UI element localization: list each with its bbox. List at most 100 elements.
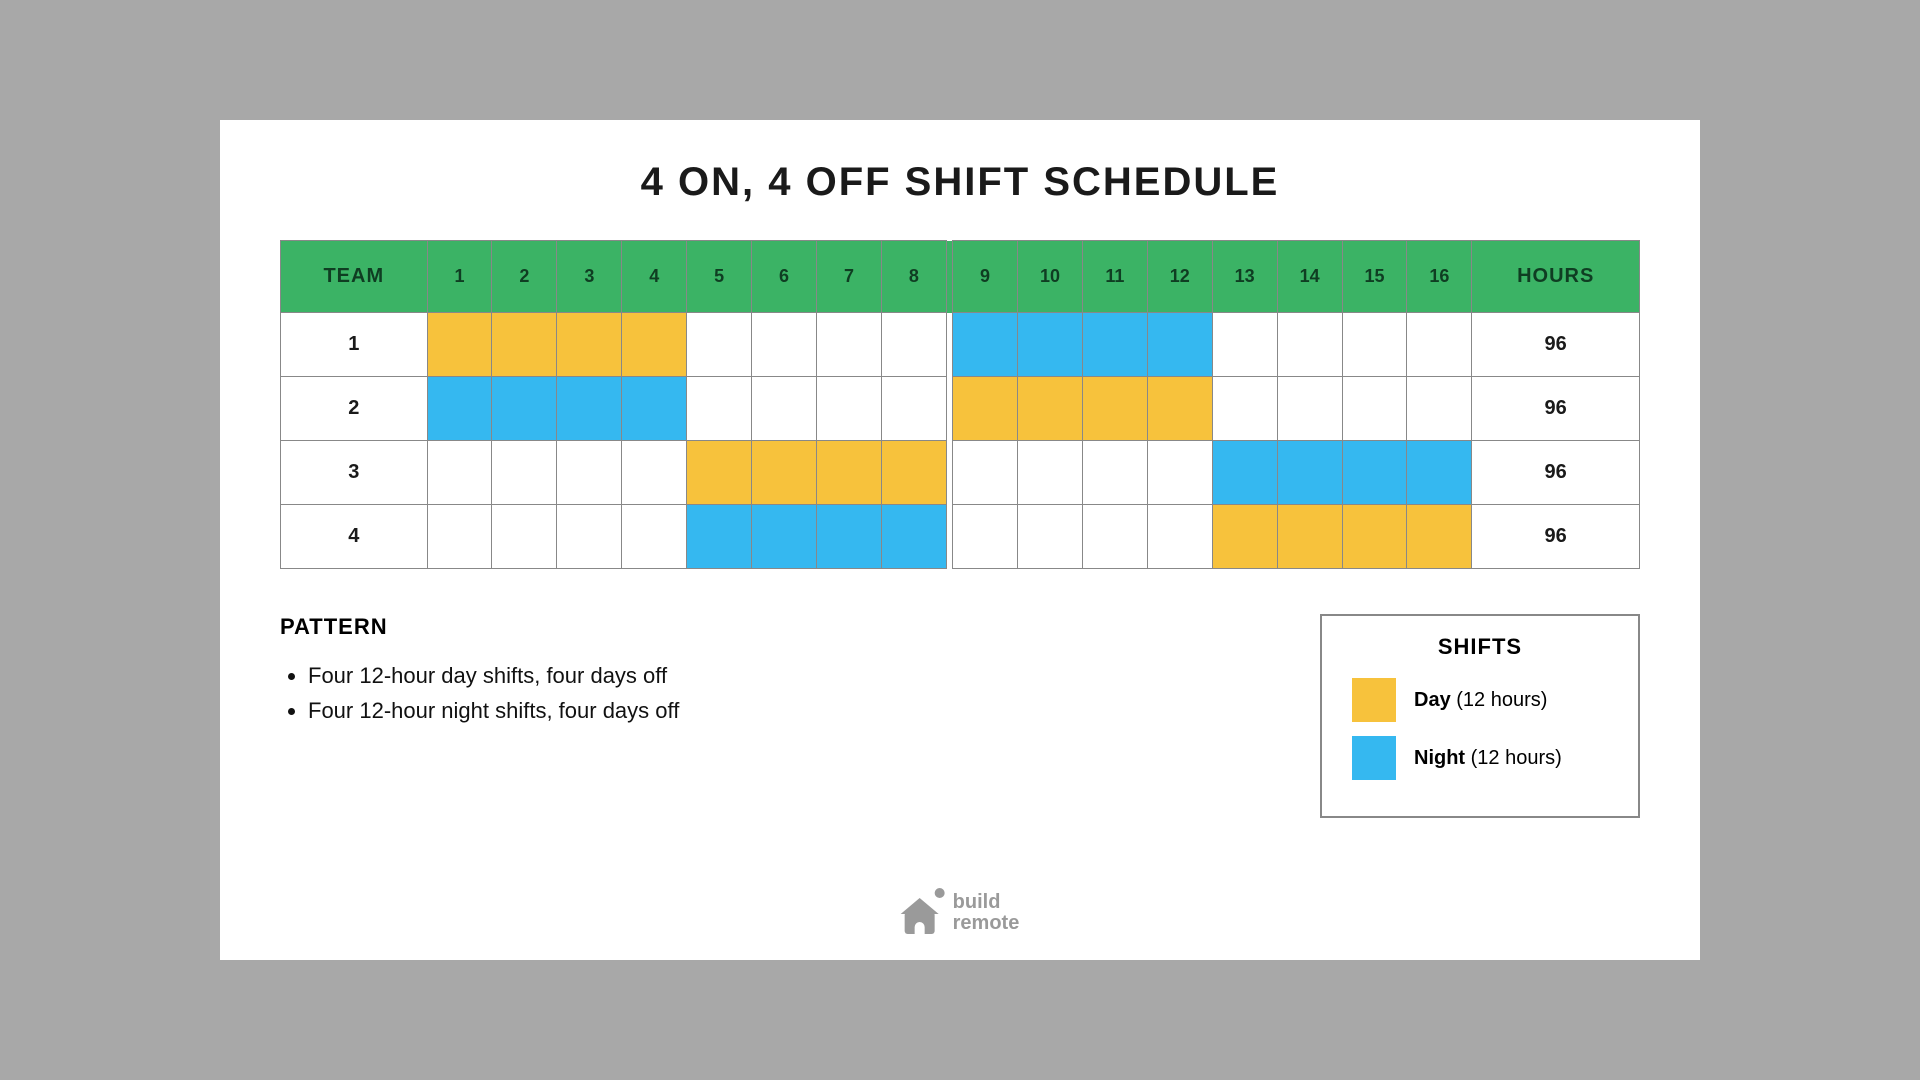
legend-entry-night: Night (12 hours): [1352, 736, 1608, 780]
night-swatch-icon: [1352, 736, 1396, 780]
team-label: 1: [281, 313, 428, 377]
schedule-table: TEAM 1 2 3 4 5 6 7 8 9 10 11 12 13 14 15…: [280, 240, 1640, 569]
day-header: 10: [1018, 241, 1083, 313]
day-header: 14: [1277, 241, 1342, 313]
cell-off: [1342, 377, 1407, 441]
team-label: 2: [281, 377, 428, 441]
cell-day: [427, 313, 492, 377]
table-head: TEAM 1 2 3 4 5 6 7 8 9 10 11 12 13 14 15…: [281, 241, 1640, 313]
legend-label: Day (12 hours): [1414, 689, 1547, 712]
cell-off: [1082, 505, 1147, 569]
house-icon: [901, 892, 943, 934]
cell-day: [817, 441, 882, 505]
day-header: 8: [881, 241, 946, 313]
cell-off: [427, 505, 492, 569]
cell-day: [1277, 505, 1342, 569]
day-header: 2: [492, 241, 557, 313]
team-label: 3: [281, 441, 428, 505]
cell-night: [953, 313, 1018, 377]
day-swatch-icon: [1352, 678, 1396, 722]
hours-value: 96: [1472, 505, 1640, 569]
cell-day: [687, 441, 752, 505]
cell-day: [557, 313, 622, 377]
table-row: 4 96: [281, 505, 1640, 569]
team-label: 4: [281, 505, 428, 569]
day-header: 15: [1342, 241, 1407, 313]
hours-value: 96: [1472, 377, 1640, 441]
cell-off: [1277, 377, 1342, 441]
table-row: 3 96: [281, 441, 1640, 505]
brand-line1: build: [953, 892, 1020, 913]
day-header: 13: [1212, 241, 1277, 313]
day-header: 6: [752, 241, 817, 313]
cell-night: [1342, 441, 1407, 505]
legend-entry-day: Day (12 hours): [1352, 678, 1608, 722]
cell-off: [953, 505, 1018, 569]
cell-off: [1212, 313, 1277, 377]
day-header: 3: [557, 241, 622, 313]
day-header: 4: [622, 241, 687, 313]
legend-label: Night (12 hours): [1414, 747, 1562, 770]
cell-day: [622, 313, 687, 377]
brand-text: build remote: [953, 892, 1020, 934]
hours-header: HOURS: [1472, 241, 1640, 313]
cell-off: [492, 441, 557, 505]
brand-logo: build remote: [901, 892, 1020, 934]
cell-off: [1018, 505, 1083, 569]
pattern-list: Four 12-hour day shifts, four days offFo…: [280, 658, 679, 728]
day-header: 9: [953, 241, 1018, 313]
hours-value: 96: [1472, 313, 1640, 377]
brand-line2: remote: [953, 913, 1020, 934]
cell-off: [1407, 313, 1472, 377]
cell-night: [557, 377, 622, 441]
cell-off: [687, 377, 752, 441]
day-header: 11: [1082, 241, 1147, 313]
cell-day: [1212, 505, 1277, 569]
cell-night: [1407, 441, 1472, 505]
cell-night: [817, 505, 882, 569]
cell-off: [817, 377, 882, 441]
page-title: 4 ON, 4 OFF SHIFT SCHEDULE: [280, 160, 1640, 205]
table-body: 1 96 2 96 3 96 4 96: [281, 313, 1640, 569]
cell-night: [1018, 313, 1083, 377]
cell-off: [953, 441, 1018, 505]
hours-value: 96: [1472, 441, 1640, 505]
cell-night: [1277, 441, 1342, 505]
cell-day: [1147, 377, 1212, 441]
day-header: 7: [817, 241, 882, 313]
cell-night: [1082, 313, 1147, 377]
cell-off: [1147, 505, 1212, 569]
cell-off: [881, 313, 946, 377]
day-header: 1: [427, 241, 492, 313]
day-header: 5: [687, 241, 752, 313]
schedule-card: 4 ON, 4 OFF SHIFT SCHEDULE TEAM 1 2 3 4 …: [220, 120, 1700, 960]
cell-day: [1407, 505, 1472, 569]
cell-off: [881, 377, 946, 441]
cell-off: [1082, 441, 1147, 505]
cell-day: [881, 441, 946, 505]
cell-off: [1147, 441, 1212, 505]
cell-day: [492, 313, 557, 377]
team-header: TEAM: [281, 241, 428, 313]
shifts-legend: SHIFTS Day (12 hours)Night (12 hours): [1320, 614, 1640, 818]
cell-night: [622, 377, 687, 441]
cell-night: [752, 505, 817, 569]
cell-day: [1018, 377, 1083, 441]
cell-night: [1147, 313, 1212, 377]
cell-day: [752, 441, 817, 505]
cell-off: [492, 505, 557, 569]
pattern-block: PATTERN Four 12-hour day shifts, four da…: [280, 614, 679, 728]
cell-day: [1082, 377, 1147, 441]
table-row: 1 96: [281, 313, 1640, 377]
cell-night: [492, 377, 557, 441]
table-row: 2 96: [281, 377, 1640, 441]
day-header: 16: [1407, 241, 1472, 313]
cell-off: [622, 441, 687, 505]
cell-night: [1212, 441, 1277, 505]
cell-off: [557, 441, 622, 505]
cell-off: [622, 505, 687, 569]
cell-off: [1407, 377, 1472, 441]
cell-night: [687, 505, 752, 569]
cell-day: [1342, 505, 1407, 569]
cell-off: [752, 313, 817, 377]
